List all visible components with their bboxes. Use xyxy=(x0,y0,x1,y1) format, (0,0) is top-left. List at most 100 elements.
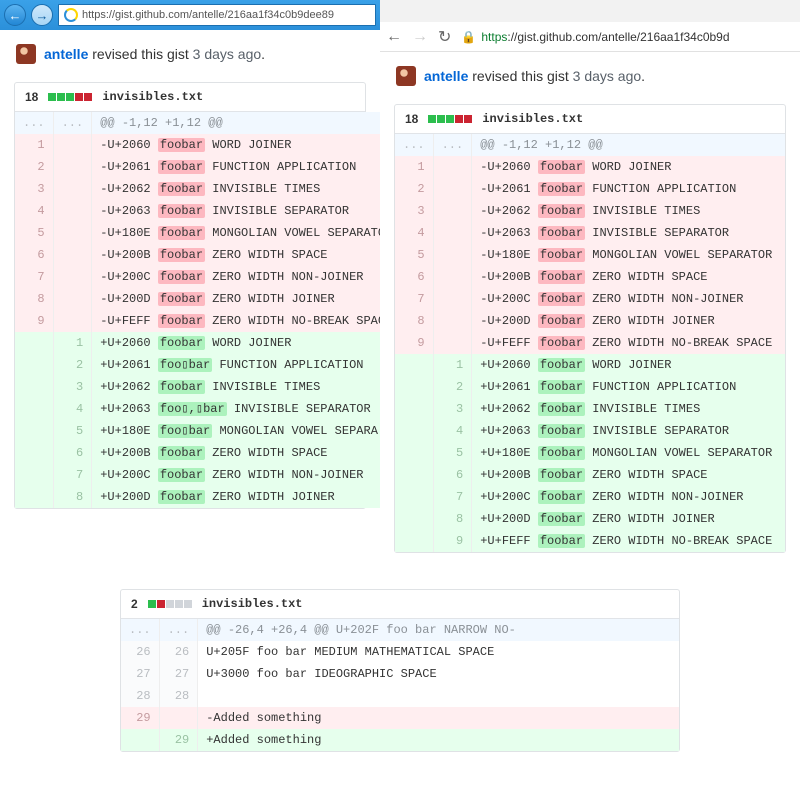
diff-line: 1 -U+2060 foobar WORD JOINER xyxy=(15,134,380,156)
forward-button[interactable]: → xyxy=(412,28,428,46)
diff-code: +U+200B foobar ZERO WIDTH SPACE xyxy=(472,464,785,486)
diff-filename[interactable]: invisibles.txt xyxy=(202,597,303,611)
line-num-old: 7 xyxy=(395,288,433,310)
diff-code: +U+2060 foobar WORD JOINER xyxy=(472,354,785,376)
line-num-old: 2 xyxy=(15,156,53,178)
diff-file-box: 18 invisibles.txt ...... @@ -1,12 +1,12 … xyxy=(14,82,366,509)
line-num-new: 28 xyxy=(159,685,198,707)
diff-code: +U+2062 foobar INVISIBLE TIMES xyxy=(92,376,380,398)
diff-stat-blocks xyxy=(48,93,92,101)
line-num-old xyxy=(395,530,433,552)
diff-code xyxy=(198,685,679,707)
diff-line: 7 +U+200C foobar ZERO WIDTH NON-JOINER xyxy=(395,486,785,508)
line-num-new: 4 xyxy=(53,398,92,420)
diff-code: +U+2062 foobar INVISIBLE TIMES xyxy=(472,398,785,420)
diff-line: 28 28 xyxy=(121,685,679,707)
line-num-new: 8 xyxy=(433,508,472,530)
forward-button[interactable]: → xyxy=(31,4,53,26)
diff-line: 4 +U+2063 foobar INVISIBLE SEPARATOR xyxy=(395,420,785,442)
line-num-new xyxy=(433,244,472,266)
diff-table-right: ...... @@ -1,12 +1,12 @@ 1 -U+2060 fooba… xyxy=(395,134,785,552)
diff-line: 4 +U+2063 foo▯,▯bar INVISIBLE SEPARATOR xyxy=(15,398,380,420)
diff-line: 3 -U+2062 foobar INVISIBLE TIMES xyxy=(15,178,380,200)
author-link[interactable]: antelle xyxy=(424,68,468,84)
diff-line: 2 +U+2061 foobar FUNCTION APPLICATION xyxy=(395,376,785,398)
line-num-old: 9 xyxy=(395,332,433,354)
diff-code: +U+FEFF foobar ZERO WIDTH NO-BREAK SPACE xyxy=(472,530,785,552)
diff-line: 1 +U+2060 foobar WORD JOINER xyxy=(15,332,380,354)
revised-word: revised xyxy=(92,46,137,62)
revised-word: revised xyxy=(472,68,517,84)
diff-code: -U+2061 foobar FUNCTION APPLICATION xyxy=(92,156,380,178)
diff-stat-blocks xyxy=(148,600,192,608)
line-num-new xyxy=(53,134,92,156)
diff-code: +Added something xyxy=(198,729,679,751)
avatar[interactable] xyxy=(396,66,416,86)
diff-line: 2 -U+2061 foobar FUNCTION APPLICATION xyxy=(15,156,380,178)
ie-logo-icon xyxy=(64,8,78,22)
line-num-new: 29 xyxy=(159,729,198,751)
lock-icon: 🔒 xyxy=(461,30,476,44)
diff-code: +U+200B foobar ZERO WIDTH SPACE xyxy=(92,442,380,464)
line-num-old: 28 xyxy=(121,685,159,707)
diff-code: +U+2063 foobar INVISIBLE SEPARATOR xyxy=(472,420,785,442)
diff-filename[interactable]: invisibles.txt xyxy=(102,90,203,104)
line-num-new: 1 xyxy=(53,332,92,354)
diff-code: -U+200D foobar ZERO WIDTH JOINER xyxy=(472,310,785,332)
diff-line: 5 +U+180E foobar MONGOLIAN VOWEL SEPARAT… xyxy=(395,442,785,464)
diff-code: -U+200C foobar ZERO WIDTH NON-JOINER xyxy=(472,288,785,310)
diff-code: -U+2063 foobar INVISIBLE SEPARATOR xyxy=(92,200,380,222)
reload-button[interactable]: ↻ xyxy=(438,27,451,47)
line-num-old: 4 xyxy=(15,200,53,222)
line-num-old: 26 xyxy=(121,641,159,663)
diff-line: 1 +U+2060 foobar WORD JOINER xyxy=(395,354,785,376)
line-num-old: 6 xyxy=(395,266,433,288)
diff-line: 6 -U+200B foobar ZERO WIDTH SPACE xyxy=(15,244,380,266)
diff-file-box-small: 2 invisibles.txt ...... @@ -26,4 +26,4 @… xyxy=(120,589,680,752)
line-num-new xyxy=(433,310,472,332)
line-num-old xyxy=(15,442,53,464)
diff-code: +U+2063 foo▯,▯bar INVISIBLE SEPARATOR xyxy=(92,398,380,420)
diff-code: +U+2061 foo▯bar FUNCTION APPLICATION xyxy=(92,354,380,376)
chrome-tabstrip xyxy=(380,0,800,22)
line-num-new: 26 xyxy=(159,641,198,663)
line-num-new: 6 xyxy=(53,442,92,464)
diff-code: -U+180E foobar MONGOLIAN VOWEL SEPARATOR xyxy=(472,244,785,266)
line-num-new xyxy=(53,222,92,244)
line-num-new: 9 xyxy=(433,530,472,552)
line-num-new xyxy=(433,332,472,354)
diff-stat-count: 2 xyxy=(131,597,138,611)
back-button[interactable]: ← xyxy=(386,28,402,46)
diff-line: 8 +U+200D foobar ZERO WIDTH JOINER xyxy=(395,508,785,530)
line-num-new xyxy=(53,178,92,200)
diff-line: 2 +U+2061 foo▯bar FUNCTION APPLICATION xyxy=(15,354,380,376)
diff-line: 8 -U+200D foobar ZERO WIDTH JOINER xyxy=(15,288,380,310)
line-num-old: 27 xyxy=(121,663,159,685)
diff-filename[interactable]: invisibles.txt xyxy=(482,112,583,126)
diff-stat-count: 18 xyxy=(405,112,418,126)
line-num-new: 5 xyxy=(433,442,472,464)
line-num-new: 27 xyxy=(159,663,198,685)
diff-code: +U+200D foobar ZERO WIDTH JOINER xyxy=(472,508,785,530)
author-link[interactable]: antelle xyxy=(44,46,88,62)
diff-code: -U+200B foobar ZERO WIDTH SPACE xyxy=(92,244,380,266)
diff-code: +U+180E foobar MONGOLIAN VOWEL SEPARATOR xyxy=(472,442,785,464)
back-button[interactable]: ← xyxy=(4,4,26,26)
line-num-old xyxy=(15,464,53,486)
diff-line: 9 +U+FEFF foobar ZERO WIDTH NO-BREAK SPA… xyxy=(395,530,785,552)
gist-word: this gist xyxy=(141,46,188,62)
diff-stat-blocks xyxy=(428,115,472,123)
chrome-address-bar: ← → ↻ 🔒 https://gist.github.com/antelle/… xyxy=(380,22,800,52)
avatar[interactable] xyxy=(16,44,36,64)
url-field[interactable]: https://gist.github.com/antelle/216aa1f3… xyxy=(58,4,376,26)
line-num-new xyxy=(433,156,472,178)
line-num-old xyxy=(395,486,433,508)
line-num-old: 8 xyxy=(15,288,53,310)
url-text: ://gist.github.com/antelle/216aa1f34c0b9… xyxy=(507,30,729,44)
line-num-new xyxy=(53,244,92,266)
line-num-new: 5 xyxy=(53,420,92,442)
diff-file-header: 2 invisibles.txt xyxy=(121,590,679,619)
line-num-old xyxy=(121,729,159,751)
url-field[interactable]: 🔒 https://gist.github.com/antelle/216aa1… xyxy=(461,30,794,44)
line-num-old: 2 xyxy=(395,178,433,200)
